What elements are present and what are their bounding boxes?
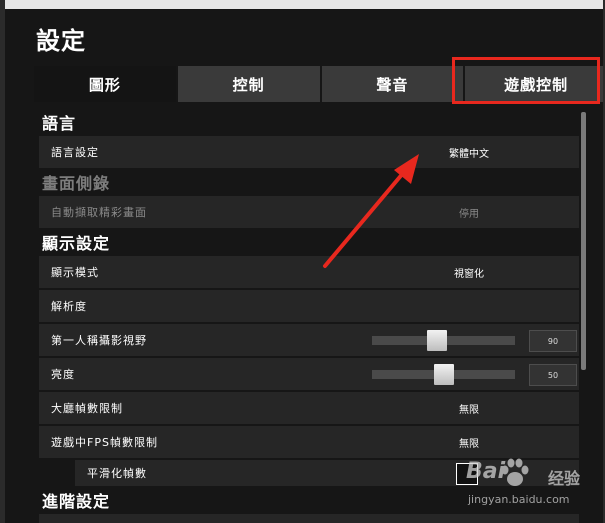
- smooth-fps-label: 平滑化幀數: [87, 467, 147, 480]
- tab-highlight-box: [452, 57, 600, 104]
- row-fov: 第一人稱攝影視野 90: [39, 324, 579, 356]
- tab-graphics[interactable]: 圖形: [34, 66, 176, 102]
- auto-capture-value: 停用: [459, 208, 479, 220]
- game-fps-value[interactable]: 無限: [424, 435, 514, 450]
- display-mode-value[interactable]: 視窗化: [424, 265, 514, 280]
- page-title: 設定: [36, 27, 86, 55]
- row-language-setting[interactable]: 語言設定 繁體中文: [39, 136, 579, 168]
- row-resolution[interactable]: 解析度: [39, 290, 579, 322]
- brightness-label: 亮度: [51, 368, 75, 381]
- fov-value-box[interactable]: 90: [529, 330, 577, 352]
- section-capture: 畫面側錄: [42, 174, 111, 193]
- language-setting-value[interactable]: 繁體中文: [424, 145, 514, 160]
- tab-controls[interactable]: 控制: [177, 66, 320, 102]
- tab-sound[interactable]: 聲音: [321, 66, 464, 102]
- section-display: 顯示設定: [42, 234, 111, 253]
- paw-icon: [501, 458, 529, 486]
- lobby-fps-value[interactable]: 無限: [424, 401, 514, 416]
- row-display-mode[interactable]: 顯示模式 視窗化: [39, 256, 579, 288]
- resolution-label: 解析度: [51, 300, 87, 313]
- watermark-url: jingyan.baidu.com: [468, 493, 570, 506]
- scrollbar[interactable]: [581, 112, 586, 370]
- baidu-watermark: Bai 经验 jingyan.baidu.com: [462, 455, 592, 517]
- watermark-jingyan: 经验: [548, 469, 581, 488]
- fov-label: 第一人稱攝影視野: [51, 334, 147, 347]
- row-game-fps[interactable]: 遊戲中FPS幀數限制 無限: [39, 426, 579, 458]
- fov-slider[interactable]: [372, 330, 515, 351]
- section-language: 語言: [42, 114, 77, 133]
- row-lobby-fps[interactable]: 大廳幀數限制 無限: [39, 392, 579, 424]
- top-border: [5, 0, 603, 9]
- lobby-fps-label: 大廳幀數限制: [51, 402, 123, 415]
- brightness-slider-thumb[interactable]: [434, 364, 454, 385]
- brightness-slider[interactable]: [372, 364, 515, 385]
- brightness-value-box[interactable]: 50: [529, 364, 577, 386]
- display-mode-label: 顯示模式: [51, 266, 99, 279]
- row-brightness: 亮度 50: [39, 358, 579, 390]
- fov-slider-thumb[interactable]: [427, 330, 447, 351]
- row-auto-capture: 自動擷取精彩畫面 停用: [39, 196, 579, 228]
- language-setting-label: 語言設定: [51, 146, 99, 159]
- game-fps-label: 遊戲中FPS幀數限制: [51, 436, 158, 449]
- auto-capture-label: 自動擷取精彩畫面: [51, 206, 147, 219]
